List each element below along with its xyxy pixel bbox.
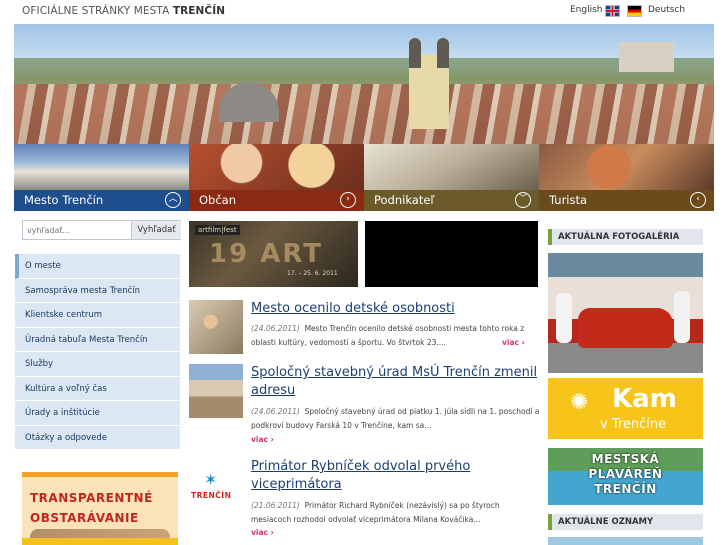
trencin-logo-text: TRENČÍN <box>191 491 232 500</box>
category-podnikatel[interactable]: Podnikateľ ﹀ <box>364 144 539 211</box>
banner-line-2: OBSTARÁVANIE <box>30 511 139 525</box>
artfilm-title: 19 ART <box>209 239 323 269</box>
category-image <box>539 144 714 190</box>
news-text: (24.06.2011) Spoločný stavebný úrad od p… <box>251 405 541 433</box>
news-title[interactable]: Mesto ocenilo detské osobnosti <box>251 300 541 318</box>
menu-item-otazky[interactable]: Otázky a odpovede <box>15 425 180 450</box>
pool-line-3: TRENČÍN <box>594 482 657 496</box>
notices-strip <box>548 537 703 545</box>
menu-item-samosprava[interactable]: Samospráva mesta Trenčín <box>15 278 180 303</box>
trencin-emblem-icon: ✶ <box>204 470 218 489</box>
lang-deutsch-link[interactable]: Deutsch <box>648 5 685 15</box>
page: OFICIÁLNE STRÁNKY MESTA TRENČÍN English … <box>0 0 727 545</box>
uk-flag-icon[interactable] <box>605 5 620 17</box>
news-more-link[interactable]: viac › <box>251 528 274 537</box>
transparent-procurement-banner[interactable]: TRANSPARENTNÉ OBSTARÁVANIE <box>22 472 178 545</box>
artfilm-banner[interactable]: artfilm|fest 19 ART 17. – 25. 6. 2011 <box>189 221 358 287</box>
news-thumbnail[interactable]: ✶ TRENČÍN <box>189 458 243 512</box>
chevron-right-icon: › <box>340 192 356 208</box>
category-mesto-trencin[interactable]: Mesto Trenčín ︿ <box>14 144 189 211</box>
category-label: Turista <box>549 193 588 207</box>
news-text: (24.06.2011) Mesto Trenčín ocenilo detsk… <box>251 322 541 350</box>
category-label: Podnikateľ <box>374 193 435 207</box>
menu-item-uradna-tabula[interactable]: Úradná tabuľa Mesta Trenčín <box>15 327 180 352</box>
news-date: (21.06.2011) <box>251 501 300 510</box>
gallery-heading[interactable]: AKTUÁLNA FOTOGALÉRIA <box>548 229 703 245</box>
artfilm-dates: 17. – 25. 6. 2011 <box>287 270 338 277</box>
category-image <box>364 144 539 190</box>
category-turista[interactable]: Turista ‹ <box>539 144 714 211</box>
lang-english-link[interactable]: English <box>570 5 603 15</box>
site-title-city: TRENČÍN <box>172 5 226 17</box>
chevron-up-icon: ︿ <box>165 192 181 208</box>
kam-v-trencine-banner[interactable]: ✺ Kam v Trenčíne <box>548 378 703 439</box>
banner-strip[interactable] <box>22 538 178 545</box>
german-flag-icon[interactable] <box>627 5 642 17</box>
news-more-link[interactable]: viac › <box>502 338 525 347</box>
swimming-pool-banner[interactable]: MESTSKÁ PLAVÁREŇ TRENČÍN <box>548 448 703 505</box>
category-image <box>14 144 189 190</box>
trencin-logo: ✶ TRENČÍN <box>189 458 243 512</box>
menu-item-kultura[interactable]: Kultúra a voľný čas <box>15 376 180 401</box>
menu-item-o-meste[interactable]: O meste <box>15 254 180 279</box>
category-navigation: Mesto Trenčín ︿ Občan › Podnikateľ ﹀ Tur… <box>14 144 714 211</box>
category-obcan[interactable]: Občan › <box>189 144 364 211</box>
site-title-prefix: OFICIÁLNE STRÁNKY MESTA <box>22 5 173 17</box>
site-title[interactable]: OFICIÁLNE STRÁNKY MESTA TRENČÍN <box>22 5 225 17</box>
kam-subtitle: v Trenčíne <box>600 417 667 432</box>
chevron-left-icon: ‹ <box>690 192 706 208</box>
news-date: (24.06.2011) <box>251 324 300 333</box>
news-thumbnail[interactable] <box>189 300 243 354</box>
news-date: (24.06.2011) <box>251 407 300 416</box>
news-title[interactable]: Spoločný stavebný úrad MsÚ Trenčín zmeni… <box>251 364 541 400</box>
artfilm-logo: artfilm|fest <box>195 225 240 235</box>
search-button[interactable]: Vyhľadať <box>131 221 181 239</box>
category-image <box>189 144 364 190</box>
banner-line-1: TRANSPARENTNÉ <box>30 491 153 505</box>
sun-icon: ✺ <box>570 390 589 415</box>
category-label: Mesto Trenčín <box>24 193 104 207</box>
search-box: Vyhľadať <box>22 220 181 240</box>
pool-line-2: PLAVÁREŇ <box>588 467 663 481</box>
gallery-photo[interactable] <box>548 253 703 373</box>
notices-heading[interactable]: AKTUÁLNE OZNAMY <box>548 514 703 530</box>
news-text: (21.06.2011) Primátor Richard Rybníček (… <box>251 499 541 527</box>
menu-item-urady[interactable]: Úrady a inštitúcie <box>15 401 180 426</box>
top-bar: OFICIÁLNE STRÁNKY MESTA TRENČÍN English … <box>0 0 727 24</box>
news-more-link[interactable]: viac › <box>251 435 274 444</box>
news-thumbnail[interactable] <box>189 364 243 418</box>
kam-title: Kam <box>612 384 677 414</box>
pool-line-1: MESTSKÁ <box>591 452 660 466</box>
news-title[interactable]: Primátor Rybníček odvolal prvého vicepri… <box>251 458 541 494</box>
sidebar-menu: O meste Samospráva mesta Trenčín Klients… <box>15 254 180 450</box>
chevron-down-icon: ﹀ <box>515 192 531 208</box>
menu-item-klientske-centrum[interactable]: Klientske centrum <box>15 303 180 328</box>
search-input[interactable] <box>23 221 131 239</box>
video-player[interactable] <box>365 221 538 287</box>
hero-panorama-image <box>14 24 714 144</box>
menu-item-sluzby[interactable]: Služby <box>15 352 180 377</box>
category-label: Občan <box>199 193 237 207</box>
